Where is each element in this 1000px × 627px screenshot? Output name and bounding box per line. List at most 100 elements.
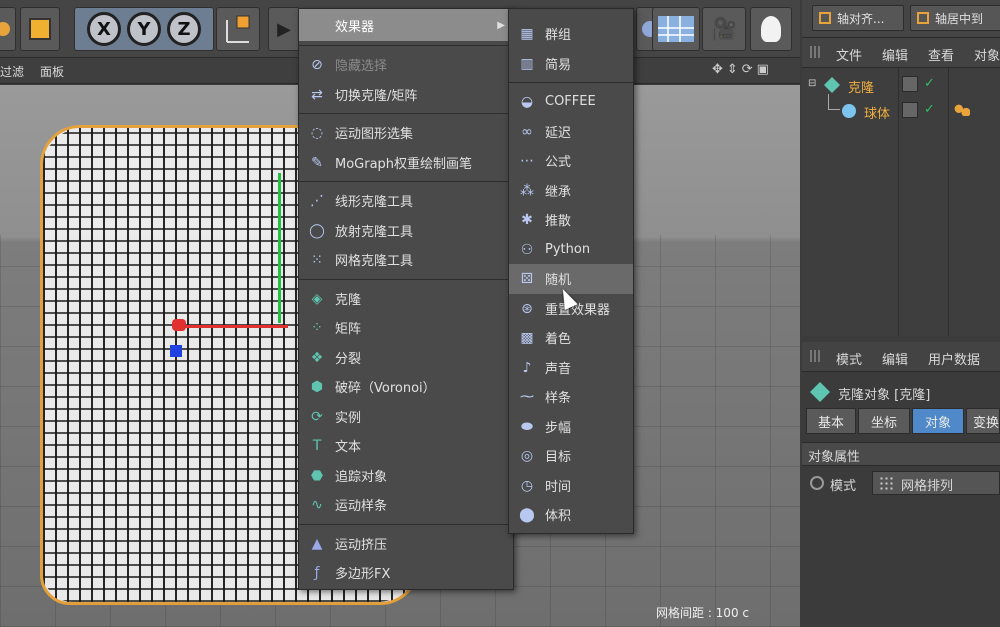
object-manager: 文件 编辑 查看 对象 ⊟ 克隆 ✓ 球体 ✓ [802, 38, 1000, 336]
material-tag-icon[interactable] [954, 104, 970, 116]
mograph-item[interactable]: ⬣ 追踪对象 [299, 461, 513, 491]
effector-item-label: 样条 [545, 391, 572, 407]
effector-item[interactable]: ◎ 目标 [509, 441, 633, 471]
section-title: 对象属性 [808, 450, 861, 465]
mograph-item[interactable]: ⋰ 线形克隆工具 [299, 186, 513, 216]
mograph-item[interactable]: ⇄ 切换克隆/矩阵 [299, 80, 513, 110]
camera-button[interactable]: 🎥 [702, 7, 746, 51]
group-effector-icon: ▦ [520, 26, 534, 42]
origin-handle[interactable] [172, 319, 186, 331]
mograph-menu: 效果器 ▶ ⊘ 隐藏选择 ⇄ 切换克隆/矩阵 ◌ 运动图形选集 ✎ MoGraph权重绘制画笔… [298, 8, 514, 590]
effector-item[interactable]: ◷ 时间 [509, 471, 633, 501]
tab-basic[interactable]: 基本 [806, 408, 856, 434]
moextrude-icon: ▲ [311, 535, 323, 552]
object-name-sphere[interactable]: 球体 [864, 103, 890, 122]
om-menu-object[interactable]: 对象 [974, 45, 1000, 64]
delay-effector-icon: ∞ [521, 123, 533, 140]
mode-label: 模式 [830, 479, 857, 494]
effector-item[interactable]: ▦ 群组 [509, 19, 633, 49]
om-menu-edit[interactable]: 编辑 [882, 45, 908, 64]
enabled-check-icon[interactable]: ✓ [924, 102, 935, 117]
visibility-toggle[interactable] [902, 76, 918, 92]
expand-icon[interactable]: ⊟ [808, 78, 816, 89]
object-name-cloner[interactable]: 克隆 [848, 77, 874, 96]
effector-item[interactable]: ✱ 推散 [509, 205, 633, 235]
visibility-toggle[interactable] [902, 102, 918, 118]
mograph-item[interactable]: ◈ 克隆 [299, 284, 513, 314]
effector-item[interactable]: ∞ 延迟 [509, 117, 633, 147]
effector-item[interactable]: ⬬ 步幅 [509, 412, 633, 442]
effector-item[interactable]: ⁓ 样条 [509, 382, 633, 412]
effector-item[interactable]: ⋯ 公式 [509, 146, 633, 176]
mograph-item[interactable]: ◌ 运动图形选集 [299, 118, 513, 148]
object-row-sphere[interactable]: 球体 ✓ [802, 94, 1000, 124]
effector-item[interactable]: ⚇ Python [509, 235, 633, 265]
mograph-item[interactable]: ▲ 运动挤压 [299, 529, 513, 559]
volume-effector-icon: ⬤ [519, 507, 535, 523]
x-axis-toggle[interactable]: X [87, 12, 121, 46]
effector-item[interactable]: ◒ COFFEE [509, 87, 633, 117]
am-menu-mode[interactable]: 模式 [836, 349, 862, 368]
mograph-item[interactable]: ✎ MoGraph权重绘制画笔 [299, 148, 513, 178]
mograph-item-label: 文本 [335, 440, 362, 456]
sky-floor-button[interactable] [652, 7, 700, 51]
effector-item-label: 声音 [545, 361, 572, 377]
axis-lock-group: X Y Z [74, 7, 214, 51]
live-selection-button[interactable] [0, 7, 16, 51]
mograph-item[interactable]: ƒ 多边形FX [299, 558, 513, 588]
effector-item[interactable]: ▥ 简易 [509, 49, 633, 79]
render-view-button[interactable]: ▶ [268, 7, 300, 51]
viewport-menu-panel[interactable]: 面板 [40, 63, 64, 80]
y-axis-toggle[interactable]: Y [127, 12, 161, 46]
am-menu-userdata[interactable]: 用户数据 [928, 349, 980, 368]
mode-radio[interactable] [810, 476, 824, 490]
effector-item-label: 时间 [545, 479, 572, 495]
mograph-item[interactable]: ⟳ 实例 [299, 402, 513, 432]
mode-dropdown[interactable]: 网格排列 [872, 471, 1000, 495]
grid-array-icon [879, 476, 893, 490]
effector-item[interactable]: ⁂ 继承 [509, 176, 633, 206]
x-axis-handle[interactable] [178, 325, 288, 328]
mograph-item[interactable]: ∿ 运动样条 [299, 490, 513, 520]
grid-clone-tool-icon: ⁙ [311, 252, 323, 268]
mograph-item-label: 追踪对象 [335, 469, 388, 485]
effector-item-label: Python [545, 241, 591, 257]
object-manager-menubar: 文件 编辑 查看 对象 [802, 38, 1000, 68]
effector-item[interactable]: ▩ 着色 [509, 323, 633, 353]
mograph-item[interactable]: ⁙ 网格克隆工具 [299, 245, 513, 275]
effector-item-label: 继承 [545, 184, 572, 200]
scale-tool-button[interactable] [20, 7, 60, 51]
viewport-menu-filter[interactable]: 过滤 [0, 63, 24, 80]
mograph-item[interactable]: ◯ 放射克隆工具 [299, 216, 513, 246]
am-menu-edit[interactable]: 编辑 [882, 349, 908, 368]
viewport-nav-icons[interactable]: ✥⇕⟳▣ [712, 62, 773, 77]
coordinate-system-button[interactable] [216, 7, 260, 51]
mograph-item[interactable]: ⁘ 矩阵 [299, 313, 513, 343]
om-menu-view[interactable]: 查看 [928, 45, 954, 64]
mograph-item[interactable]: T 文本 [299, 431, 513, 461]
plain-effector-icon: ▥ [520, 55, 534, 72]
light-button[interactable] [750, 7, 792, 51]
enabled-check-icon[interactable]: ✓ [924, 76, 935, 91]
mode-row: 模式 网格排列 [802, 470, 1000, 496]
menu-separator [299, 181, 513, 182]
effectors-menu-item[interactable]: 效果器 ▶ [299, 9, 513, 41]
tab-coordinates[interactable]: 坐标 [858, 408, 910, 434]
z-axis-toggle[interactable]: Z [167, 12, 201, 46]
tab-transform[interactable]: 变换 [966, 408, 1000, 434]
axis-gizmo[interactable] [150, 173, 300, 373]
axis-center-button[interactable]: 轴居中到 [910, 5, 1000, 31]
tab-object[interactable]: 对象 [912, 408, 964, 434]
axis-align-label: 轴对齐... [837, 11, 885, 26]
mograph-item[interactable]: ⬢ 破碎（Voronoi） [299, 372, 513, 402]
om-menu-file[interactable]: 文件 [836, 45, 862, 64]
effector-item[interactable]: ⬤ 体积 [509, 500, 633, 530]
y-axis-handle[interactable] [278, 173, 281, 323]
mograph-item[interactable]: ❖ 分裂 [299, 343, 513, 373]
menu-separator [509, 82, 633, 83]
axis-align-button[interactable]: 轴对齐... [812, 5, 904, 31]
z-axis-handle[interactable] [170, 345, 182, 357]
mograph-item-label: 运动样条 [335, 499, 388, 515]
mograph-selection-icon: ◌ [310, 125, 324, 141]
effector-item[interactable]: ♪ 声音 [509, 353, 633, 383]
